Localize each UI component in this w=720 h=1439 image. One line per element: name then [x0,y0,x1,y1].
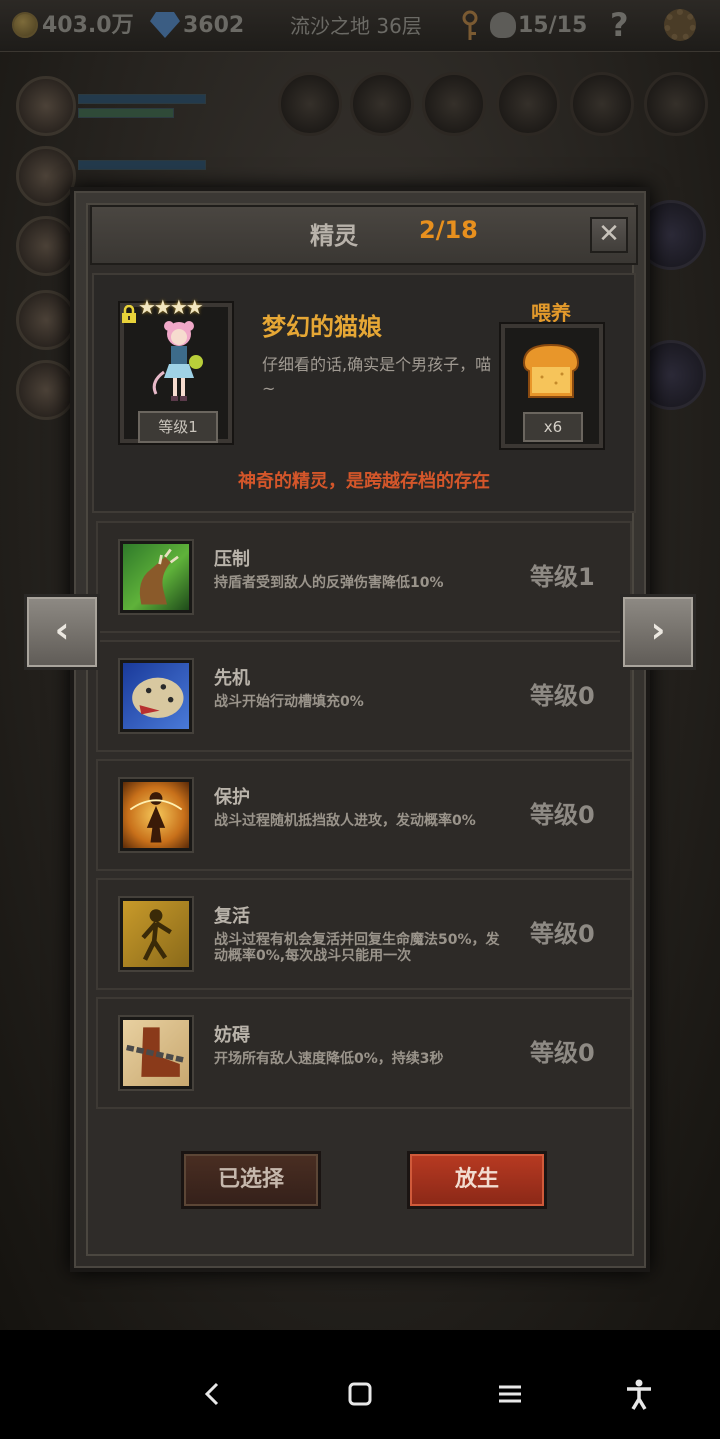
recent-apps-icon[interactable] [490,1374,530,1414]
star-rating: ★★★★ [138,295,204,319]
skill-row[interactable]: 妨碍 开场所有敌人速度降低0%，持续3秒 等级0 [96,997,632,1109]
enemy-slot[interactable] [644,72,708,136]
dialog-title: 精灵 [310,222,358,250]
diamond-icon [150,12,180,38]
spirit-tagline: 神奇的精灵，是跨越存档的存在 [238,471,490,492]
accessibility-icon[interactable] [619,1374,659,1414]
skill-row[interactable]: 先机 战斗开始行动槽填充0% 等级0 [96,640,632,752]
hero-portrait[interactable] [16,216,76,276]
lock-icon[interactable] [120,305,138,323]
gem-amount: 3602 [183,13,245,38]
hero-mp-bar [78,108,174,118]
skill-level: 等级1 [530,563,595,591]
skill-name: 复活 [214,906,250,927]
feed-item-count: x6 [523,412,583,442]
hero-hp-bar [78,94,206,104]
enemy-slot[interactable] [422,72,486,136]
gold-amount: 403.0万 [42,13,134,38]
skill-name: 先机 [214,668,250,689]
skill-description: 战斗开始行动槽填充0% [214,694,364,710]
skill-description: 开场所有敌人速度降低0%，持续3秒 [214,1051,444,1067]
skill-name: 压制 [214,549,250,570]
resource-bar: 403.0万 3602 流沙之地 36层 15/15 ? [0,0,720,52]
skill-description: 持盾者受到敌人的反弹伤害降低10% [214,575,444,591]
skill-name: 保护 [214,787,250,808]
skill-row[interactable]: 复活 战斗过程有机会复活并回复生命魔法50%，发动概率0%,每次战斗只能用一次 … [96,878,632,990]
chained-boot-icon [120,1017,192,1089]
spirit-count: 2/18 [419,216,478,244]
hero-portrait[interactable] [16,290,76,350]
help-button[interactable]: ? [610,6,629,44]
key-icon [462,10,478,40]
enemy-slot[interactable] [496,72,560,136]
release-button[interactable]: 放生 [407,1151,547,1209]
skill-description: 战斗过程随机抵挡敌人进攻，发动概率0% [214,813,476,829]
skull-count: 15/15 [518,13,588,38]
guardian-icon [120,779,192,851]
spirit-level-badge: 等级1 [138,411,218,443]
spirit-description: 仔细看的话,确实是个男孩子，喵~ [262,355,492,398]
close-button[interactable]: ✕ [590,217,628,253]
next-spirit-button[interactable]: › [620,594,696,670]
hero-portrait[interactable] [16,360,76,420]
back-arrow-icon[interactable] [192,1374,232,1414]
previous-spirit-button[interactable]: ‹ [24,594,100,670]
skill-description: 战斗过程有机会复活并回复生命魔法50%，发动概率0%,每次战斗只能用一次 [214,932,500,964]
home-square-icon[interactable] [340,1374,380,1414]
skill-level: 等级0 [530,1039,595,1067]
skill-row[interactable]: 保护 战斗过程随机抵挡敌人进攻，发动概率0% 等级0 [96,759,632,871]
skull-icon [490,12,516,38]
dialog-title-bar [90,205,638,265]
skill-level: 等级0 [530,801,595,829]
skill-name: 妨碍 [214,1025,250,1046]
enemy-slot[interactable] [570,72,634,136]
skill-row[interactable]: 压制 持盾者受到敌人的反弹伤害降低10% 等级1 [96,521,632,633]
gold-coin-icon [12,12,38,38]
feed-label: 喂养 [531,301,571,325]
hero-portrait[interactable] [16,146,76,206]
enemy-slot[interactable] [278,72,342,136]
spirit-name: 梦幻的猫娘 [262,313,382,341]
settings-gear-icon[interactable] [664,9,696,41]
selected-button[interactable]: 已选择 [181,1151,321,1209]
skill-level: 等级0 [530,920,595,948]
catgirl-sprite-icon [152,321,203,401]
skill-level: 等级0 [530,682,595,710]
spirit-dialog: 精灵 2/18 ✕ ★★★★ 等级1 梦幻的猫娘 仔细看的话,确实是个男孩子，喵… [70,187,650,1272]
enemy-slot[interactable] [350,72,414,136]
location-label: 流沙之地 36层 [290,14,422,38]
leopard-icon [120,660,192,732]
hero-portrait[interactable] [16,76,76,136]
bread-icon [522,343,580,398]
claw-icon [120,541,192,613]
hero-hp-bar [78,160,206,170]
revive-icon [120,898,192,970]
